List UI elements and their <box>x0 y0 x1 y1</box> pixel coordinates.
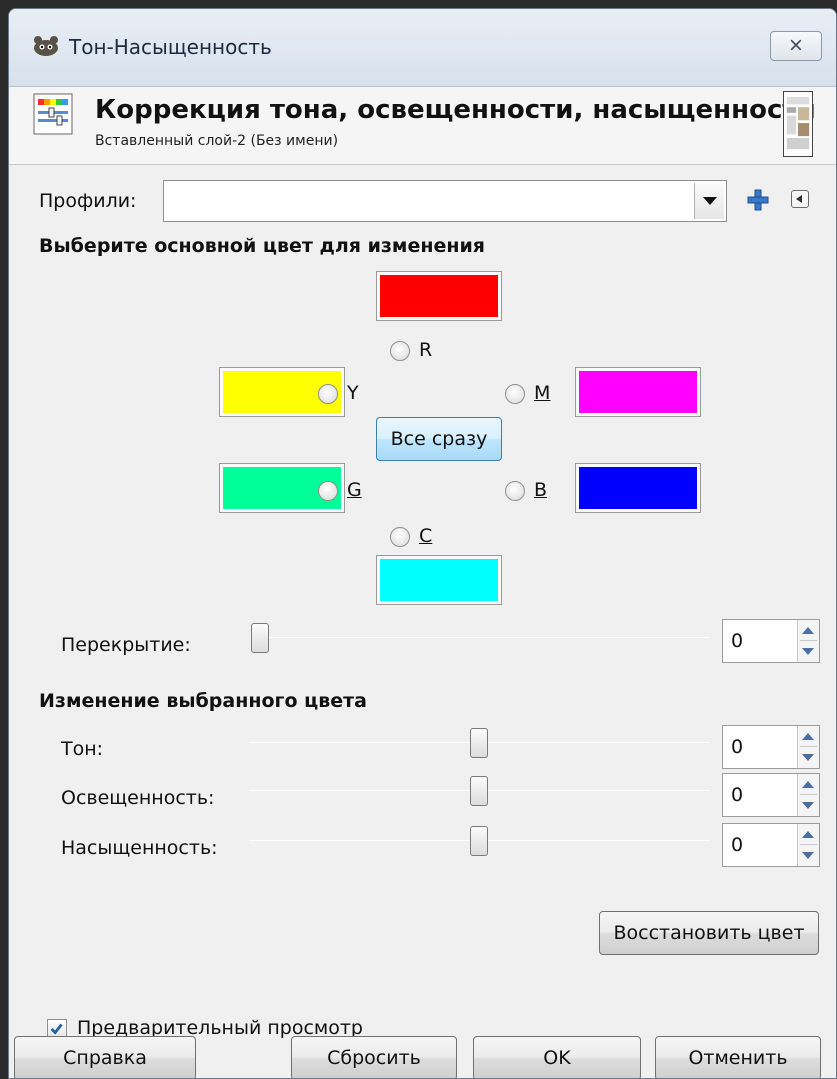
saturation-label: Насыщенность: <box>61 837 218 859</box>
dialog-header: Коррекция тона, освещенности, насыщеннос… <box>9 87 836 165</box>
radio-blue[interactable] <box>505 481 525 501</box>
hue-spin-arrows[interactable] <box>797 726 819 768</box>
radio-blue-label: B <box>534 479 548 501</box>
saturation-value: 0 <box>731 834 744 856</box>
overlap-label: Перекрытие: <box>61 634 191 656</box>
lightness-spinbutton[interactable]: 0 <box>722 773 820 817</box>
spin-up-icon[interactable] <box>802 781 814 788</box>
overlap-spin-arrows[interactable] <box>797 620 819 662</box>
overlap-spinbutton[interactable]: 0 <box>722 619 820 663</box>
cancel-button[interactable]: Отменить <box>655 1036 821 1078</box>
title-bar: Тон-Насыщенность ⨯ <box>9 9 836 87</box>
layer-thumbnail <box>783 91 813 157</box>
cancel-button-label: Отменить <box>688 1047 788 1069</box>
close-icon: ⨯ <box>788 34 804 56</box>
reset-color-button-label: Восстановить цвет <box>613 922 805 944</box>
radio-green-label: G <box>347 479 362 501</box>
profiles-label: Профили: <box>39 190 137 212</box>
lightness-value: 0 <box>731 784 744 806</box>
lightness-label: Освещенность: <box>61 787 215 809</box>
swatch-blue <box>575 463 701 513</box>
saturation-spinbutton[interactable]: 0 <box>722 823 820 867</box>
spin-up-icon[interactable] <box>802 733 814 740</box>
radio-magenta-label: M <box>534 382 551 404</box>
hue-spinbutton[interactable]: 0 <box>722 725 820 769</box>
radio-magenta[interactable] <box>505 384 525 404</box>
swatch-magenta <box>575 367 701 417</box>
add-preset-icon[interactable] <box>747 189 769 211</box>
overlap-value: 0 <box>731 630 744 652</box>
spin-up-icon[interactable] <box>802 831 814 838</box>
hue-saturation-dialog: Тон-Насыщенность ⨯ Коррекция тона, освещ… <box>8 8 837 1079</box>
all-colors-button-label: Все сразу <box>390 428 488 450</box>
saturation-slider-handle[interactable] <box>470 826 488 856</box>
radio-red-label: R <box>419 339 433 361</box>
preset-menu-icon[interactable] <box>791 190 809 208</box>
spin-up-icon[interactable] <box>802 627 814 634</box>
radio-yellow[interactable] <box>318 384 338 404</box>
chevron-down-icon[interactable] <box>694 183 724 219</box>
adjust-heading: Изменение выбранного цвета <box>39 690 367 712</box>
profiles-combobox[interactable] <box>163 180 727 222</box>
radio-yellow-label: Y <box>347 382 359 404</box>
swatch-red <box>376 271 502 321</box>
gimp-icon <box>34 36 58 56</box>
dialog-title: Коррекция тона, освещенности, насыщеннос… <box>95 95 816 125</box>
all-colors-button[interactable]: Все сразу <box>376 417 502 461</box>
close-button[interactable]: ⨯ <box>770 31 822 61</box>
radio-red[interactable] <box>390 341 410 361</box>
primary-color-heading: Выберите основной цвет для изменения <box>39 235 485 257</box>
ok-button-label: OK <box>543 1047 571 1069</box>
hue-slider-handle[interactable] <box>470 728 488 758</box>
spin-down-icon[interactable] <box>802 852 814 859</box>
spin-down-icon[interactable] <box>802 754 814 761</box>
lightness-slider-handle[interactable] <box>470 776 488 806</box>
reset-button-label: Сбросить <box>327 1047 421 1069</box>
overlap-slider-track[interactable] <box>253 637 709 638</box>
radio-cyan[interactable] <box>390 527 410 547</box>
swatch-cyan <box>376 555 502 605</box>
saturation-spin-arrows[interactable] <box>797 824 819 866</box>
radio-cyan-label: C <box>419 525 433 547</box>
help-button[interactable]: Справка <box>14 1036 196 1078</box>
reset-button[interactable]: Сбросить <box>291 1036 457 1078</box>
overlap-slider-handle[interactable] <box>251 623 269 653</box>
reset-color-button[interactable]: Восстановить цвет <box>599 911 819 955</box>
ok-button[interactable]: OK <box>473 1036 641 1078</box>
spin-down-icon[interactable] <box>802 802 814 809</box>
help-button-label: Справка <box>63 1047 147 1069</box>
spin-down-icon[interactable] <box>802 648 814 655</box>
radio-green[interactable] <box>318 481 338 501</box>
hue-value: 0 <box>731 736 744 758</box>
hue-label: Тон: <box>61 738 104 760</box>
layer-name: Вставленный слой-2 (Без имени) <box>95 133 339 149</box>
lightness-spin-arrows[interactable] <box>797 774 819 816</box>
window-title: Тон-Насыщенность <box>69 35 272 59</box>
hue-saturation-icon <box>33 93 73 135</box>
